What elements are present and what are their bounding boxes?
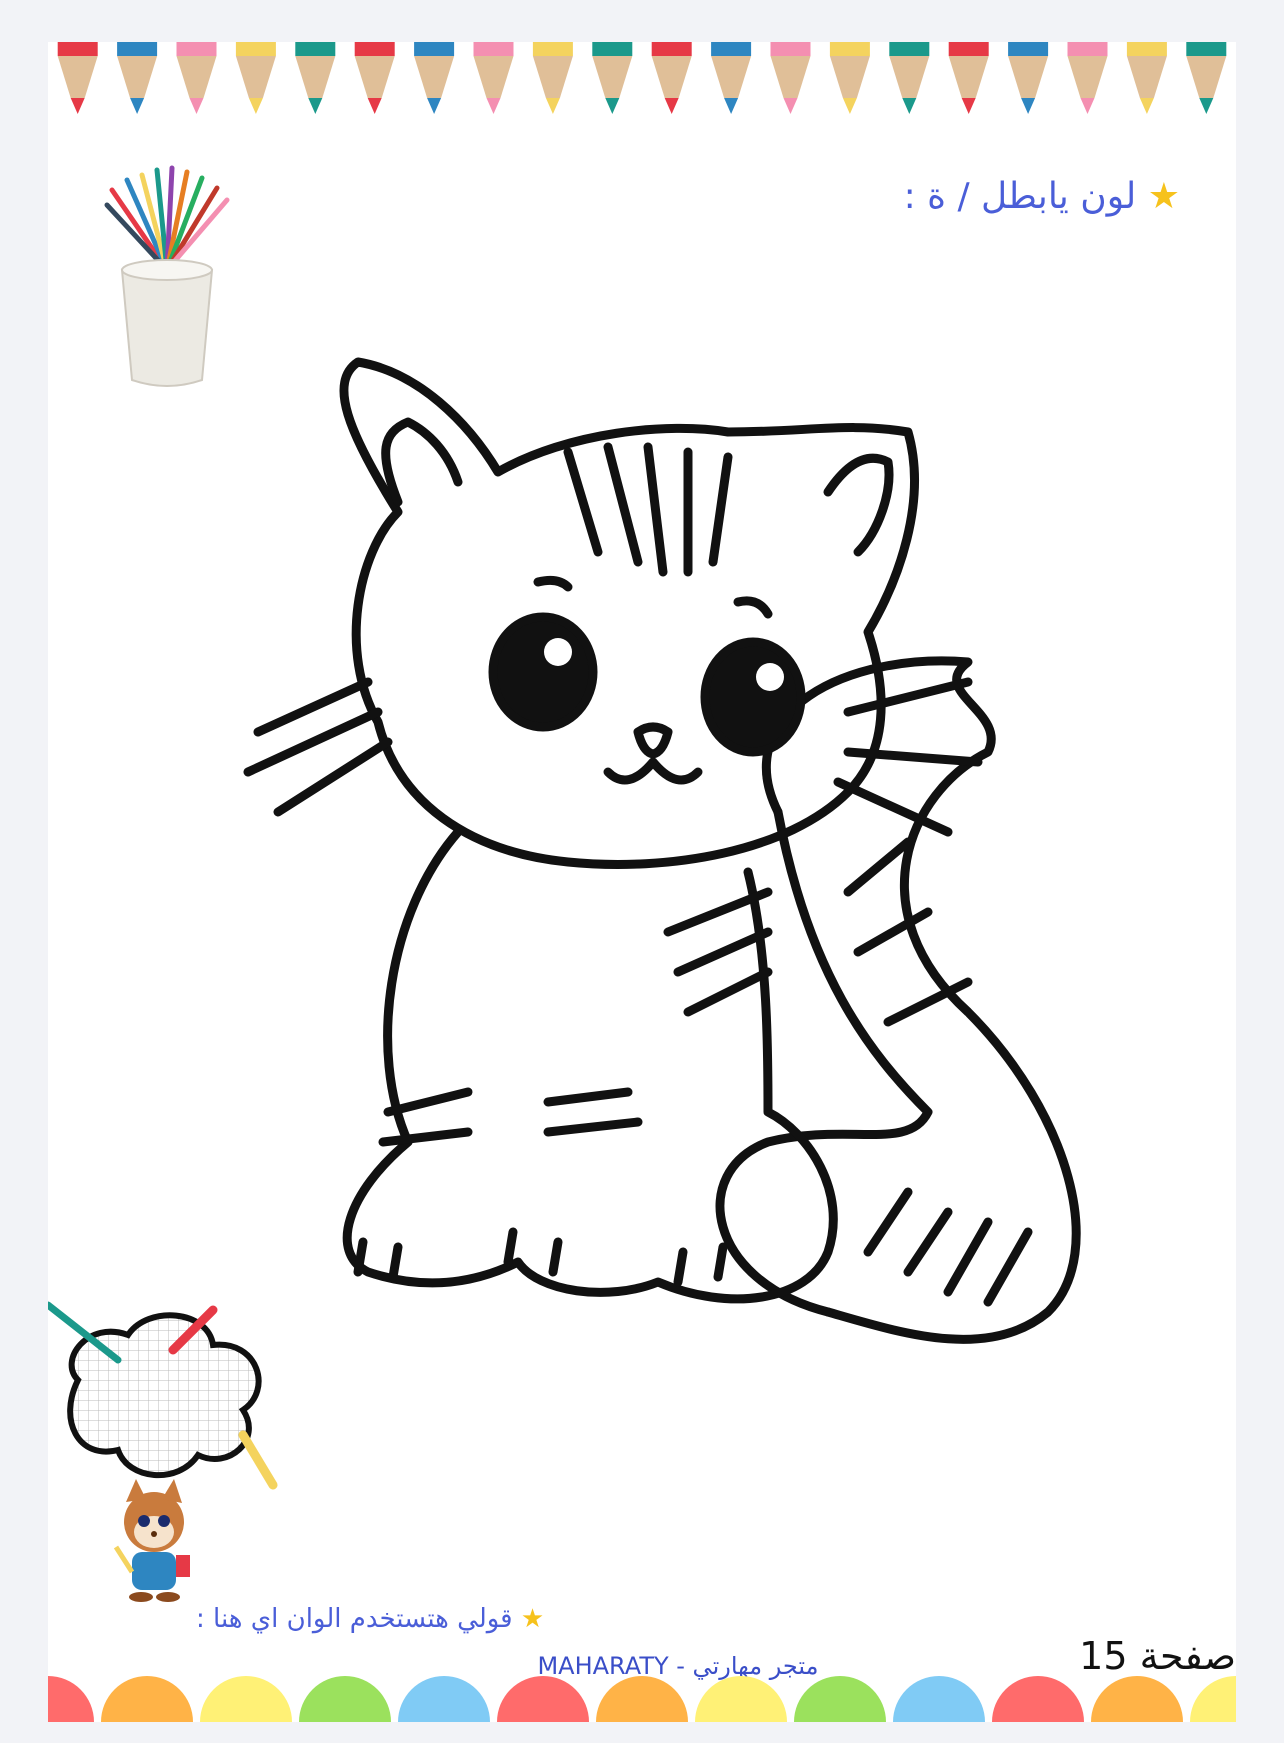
pencil-icon [414,42,455,114]
page-title: ★ لون يابطل / ة : [904,176,1180,217]
cat-line-art [243,357,1081,1344]
border-circle [794,1676,886,1722]
pencil-icon [829,42,870,114]
border-circle [200,1676,292,1722]
pencil-icon [473,42,514,114]
pencil-icon [889,42,930,114]
pencil-border [57,42,1227,114]
pencil-icon [117,42,158,114]
coloring-page: ★ لون يابطل / ة : ★ قولي هتستخدم الوان ا… [48,42,1236,1722]
pencil-icon [176,42,217,114]
pencil-icon [235,42,276,114]
pencil-icon [354,42,395,114]
pencil-icon [1126,42,1167,114]
title-text: لون يابطل / ة : [903,176,1137,217]
pencil-icon [651,42,692,114]
border-circle [596,1676,688,1722]
border-circle [48,1676,94,1722]
pencil-icon [592,42,633,114]
border-circle [101,1676,193,1722]
pencil-icon [57,42,98,114]
pencil-icon [295,42,336,114]
pencil-icon [711,42,752,114]
squirrel-mascot-icon [113,1479,190,1602]
border-circle [1190,1676,1236,1722]
border-circle [1091,1676,1183,1722]
prompt-text: ★ قولي هتستخدم الوان اي هنا : [196,1604,646,1634]
pencil-icon [1067,42,1108,114]
prompt-label: قولي هتستخدم الوان اي هنا : [196,1604,513,1634]
pencil-icon [1008,42,1049,114]
pencil-icon [948,42,989,114]
pencil-icon [770,42,811,114]
star-icon: ★ [1147,176,1180,217]
border-circle [893,1676,985,1722]
pencil-icon [532,42,573,114]
border-circle [695,1676,787,1722]
page-number: صفحة 15 [1079,1634,1236,1678]
circle-border [48,1676,1236,1722]
border-circle [398,1676,490,1722]
star-icon: ★ [520,1604,545,1634]
pencil-icon [1186,42,1227,114]
border-circle [299,1676,391,1722]
border-circle [497,1676,589,1722]
border-circle [992,1676,1084,1722]
